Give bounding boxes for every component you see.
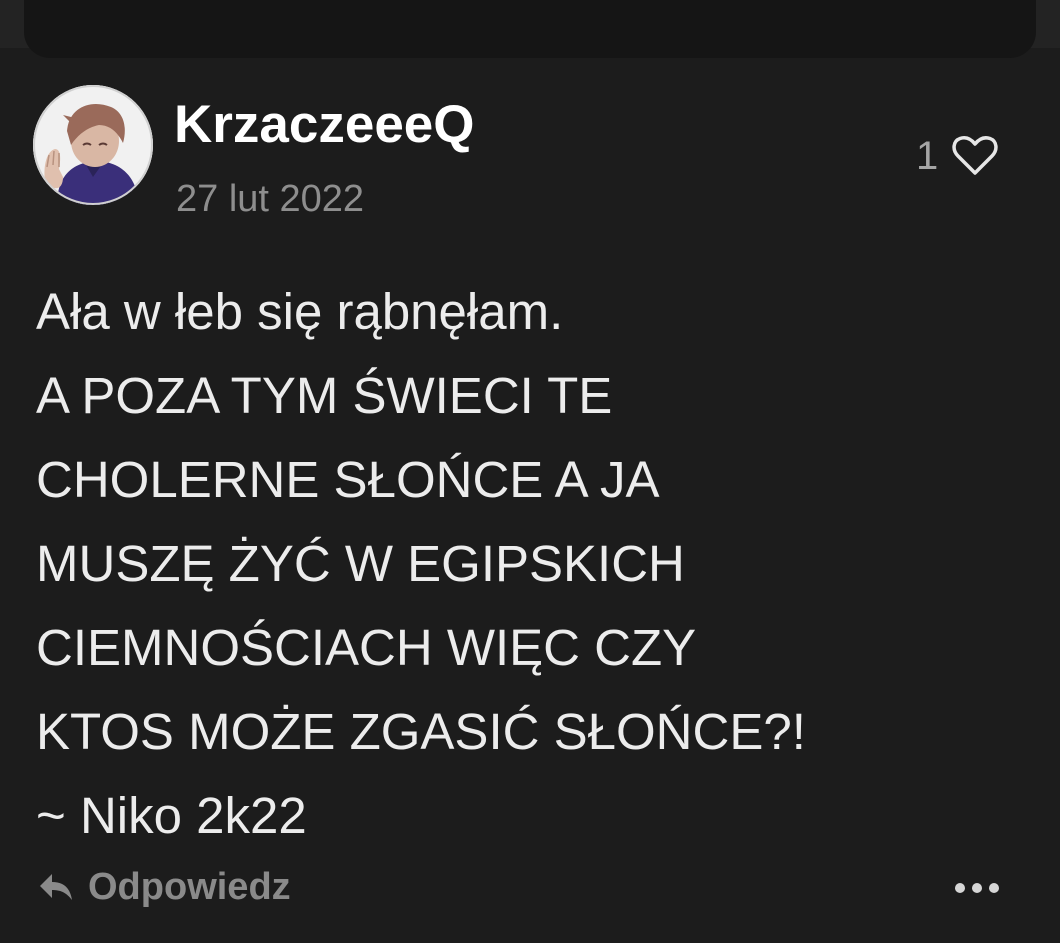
avatar[interactable]	[33, 85, 153, 205]
post-line: ~ Niko 2k22	[36, 787, 307, 844]
post-date: 27 lut 2022	[176, 178, 365, 220]
heart-outline-icon[interactable]	[952, 136, 998, 176]
post-line: Ała w łeb się rąbnęłam.	[36, 283, 564, 340]
post-line: KTOS MOŻE ZGASIĆ SŁOŃCE?!	[36, 703, 806, 760]
author-name[interactable]: KrzaczeeeQ	[174, 98, 475, 151]
post-body: Ała w łeb się rąbnęłam. A POZA TYM ŚWIEC…	[36, 270, 1036, 858]
more-dots-icon	[955, 883, 999, 893]
like-count: 1	[916, 134, 939, 178]
post-line: A POZA TYM ŚWIECI TE	[36, 367, 613, 424]
like-control[interactable]: 1	[916, 136, 998, 176]
post-line: CHOLERNE SŁOŃCE A JA	[36, 451, 660, 508]
post-line: MUSZĘ ŻYĆ W EGIPSKICH	[36, 535, 685, 592]
post-page: KrzaczeeeQ 27 lut 2022 1 Ała w łeb się r…	[0, 0, 1060, 943]
more-options-button[interactable]	[952, 876, 1002, 905]
reply-label: Odpowiedz	[88, 866, 291, 908]
post-line: CIEMNOŚCIACH WIĘC CZY	[36, 619, 697, 676]
previous-post-card	[24, 0, 1036, 58]
avatar-illustration	[33, 85, 153, 205]
reply-button[interactable]: Odpowiedz	[38, 868, 291, 906]
reply-arrow-icon	[40, 874, 72, 900]
